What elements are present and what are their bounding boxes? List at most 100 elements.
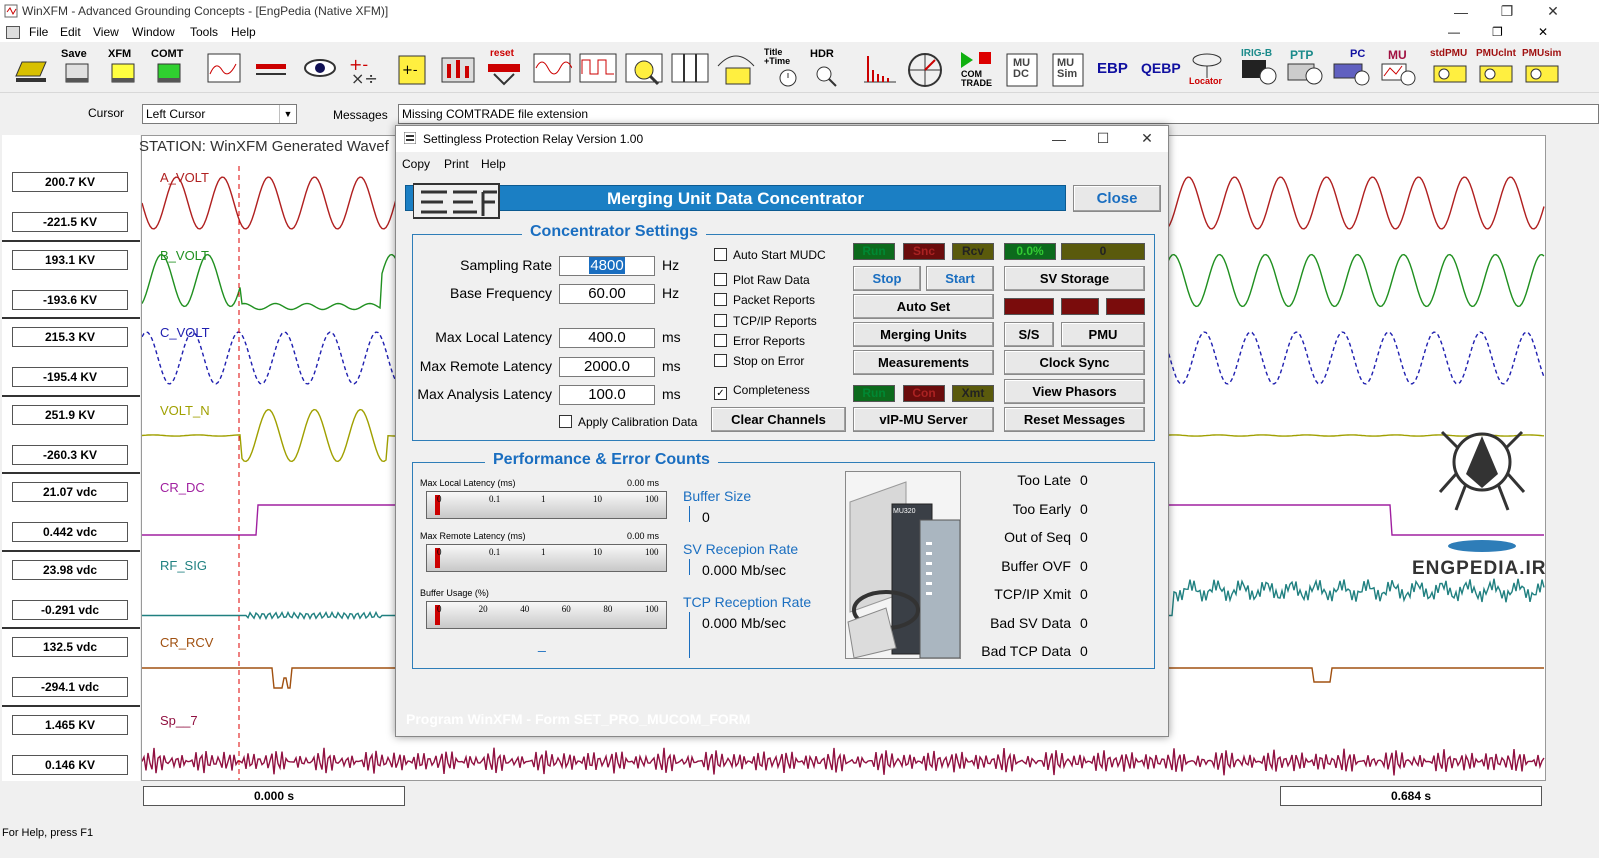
plot-button[interactable] [204,46,244,88]
cursor-select[interactable]: Left Cursor ▼ [142,104,297,124]
dialog-maximize-button[interactable]: ☐ [1080,127,1126,150]
tcpip-reports-box[interactable] [714,314,727,327]
close-window-button[interactable]: ✕ [1530,0,1576,23]
dialog-menu-help[interactable]: Help [481,157,506,171]
max-remote-latency-input[interactable]: 2000.0 [559,357,655,377]
maximize-button[interactable]: ❐ [1484,0,1530,23]
ptp-button[interactable]: PTP [1286,46,1326,88]
base-frequency-input[interactable]: 60.00 [559,284,655,304]
comt-button[interactable]: COMT [150,46,190,88]
split-view-button[interactable] [670,46,710,88]
xfm-button[interactable]: XFM [104,46,144,88]
menu-tools[interactable]: Tools [190,25,218,39]
mu-button[interactable]: MU [1378,46,1418,88]
musim-button[interactable]: MU Sim [1049,46,1089,88]
menu-window[interactable]: Window [132,25,175,39]
chevron-down-icon[interactable]: ▼ [279,105,296,123]
title-time-button[interactable]: Title +Time [762,46,802,88]
qebp-button[interactable]: QEBP [1141,46,1181,88]
sine-button[interactable] [532,46,573,88]
plot-raw-data-checkbox[interactable]: Plot Raw Data [714,273,810,287]
annotate-button[interactable] [716,46,756,88]
auto-start-mudc-box[interactable] [714,248,727,261]
dialog-menu-copy[interactable]: Copy [402,157,430,171]
packet-reports-label: Packet Reports [733,293,816,307]
meter-tick-label: 100 [645,547,659,557]
clear-channels-button[interactable]: Clear Channels [711,407,846,432]
dialog-close-x-button[interactable]: ✕ [1124,127,1170,150]
channel-max-value: 215.3 KV [12,327,128,347]
mdi-restore-button[interactable]: ❐ [1492,25,1503,39]
tcpip-reports-checkbox[interactable]: TCP/IP Reports [714,314,817,328]
max-local-latency-input[interactable]: 400.0 [559,328,655,348]
comtrade-button[interactable]: COM TRADE [957,46,997,88]
menu-view[interactable]: View [93,25,119,39]
menu-edit[interactable]: Edit [60,25,81,39]
measurements-button[interactable]: Measurements [853,350,994,375]
pc-button[interactable]: PC [1332,46,1372,88]
calc-button[interactable]: +- [393,46,433,88]
sv-storage-button[interactable]: SV Storage [1004,266,1145,291]
stop-on-error-box[interactable] [714,354,727,367]
reset-messages-button[interactable]: Reset Messages [1004,407,1145,432]
doc-icon [6,26,20,39]
mudc-button[interactable]: MU DC [1003,46,1043,88]
plot-raw-data-box[interactable] [714,273,727,286]
packet-reports-checkbox[interactable]: Packet Reports [714,293,815,307]
remote-latency-meter-value: 0.00 ms [627,531,660,541]
stop-on-error-checkbox[interactable]: Stop on Error [714,354,804,368]
mdi-minimize-button[interactable]: — [1448,25,1460,39]
clock-sync-button[interactable]: Clock Sync [1004,350,1145,375]
pmuclnt-button[interactable]: PMUclnt [1476,46,1516,88]
filter-button[interactable] [438,46,478,88]
packet-reports-box[interactable] [714,293,727,306]
cursor-tool-button[interactable] [252,46,292,88]
view-phasors-button[interactable]: View Phasors [1004,379,1145,404]
channel-separator [2,317,140,319]
save-button[interactable]: Save [58,46,98,88]
auto-start-mudc-checkbox[interactable]: Auto Start MUDC [714,248,826,262]
pmu-button[interactable]: PMU [1061,322,1145,347]
error-reports-checkbox[interactable]: Error Reports [714,334,805,348]
auto-set-button[interactable]: Auto Set [853,294,994,319]
open-folder-button[interactable] [12,46,52,88]
square-wave-button[interactable] [578,46,618,88]
start-button[interactable]: Start [926,266,994,291]
merging-units-button[interactable]: Merging Units [853,322,994,347]
dialog-menu-print[interactable]: Print [444,157,469,171]
completeness-checkbox[interactable]: ✓ Completeness [714,383,810,400]
error-count-value: 0 [1080,643,1088,659]
hdr-button[interactable]: HDR [808,46,848,88]
meter-tick-label: 0 [437,494,442,504]
sampling-rate-input[interactable]: 4800 [559,256,655,276]
mdi-close-button[interactable]: ✕ [1538,25,1548,39]
ebp-label: EBP [1097,60,1128,77]
ss-button[interactable]: S/S [1004,322,1054,347]
math-button[interactable]: +- ×÷ [345,46,385,88]
buffer-size-bar [689,506,690,522]
error-reports-box[interactable] [714,334,727,347]
locator-button[interactable]: Locator [1187,46,1227,88]
stdpmu-button[interactable]: stdPMU [1430,46,1470,88]
zoom-button[interactable] [624,46,664,88]
minimize-button[interactable]: — [1438,0,1484,23]
close-button[interactable]: Close [1073,185,1161,212]
meter-tick-label: 10 [593,494,602,504]
ebp-button[interactable]: EBP [1095,46,1135,88]
harmonics-button[interactable] [860,46,900,88]
reset-button[interactable]: reset [484,46,524,88]
reset-label: reset [490,48,514,59]
vip-mu-server-button[interactable]: vIP-MU Server [853,407,994,432]
apply-calibration-checkbox[interactable]: Apply Calibration Data [559,415,697,429]
menu-file[interactable]: File [29,25,48,39]
completeness-box[interactable]: ✓ [714,387,727,400]
dialog-minimize-button[interactable]: — [1036,127,1082,150]
menu-help[interactable]: Help [231,25,256,39]
pmusim-button[interactable]: PMUsim [1522,46,1562,88]
phasor-button[interactable] [905,46,945,88]
stop-button[interactable]: Stop [853,266,921,291]
apply-calibration-box[interactable] [559,415,572,428]
view-button[interactable] [300,46,340,88]
irigb-button[interactable]: IRIG-B [1240,46,1280,88]
max-analysis-latency-input[interactable]: 100.0 [559,385,655,405]
